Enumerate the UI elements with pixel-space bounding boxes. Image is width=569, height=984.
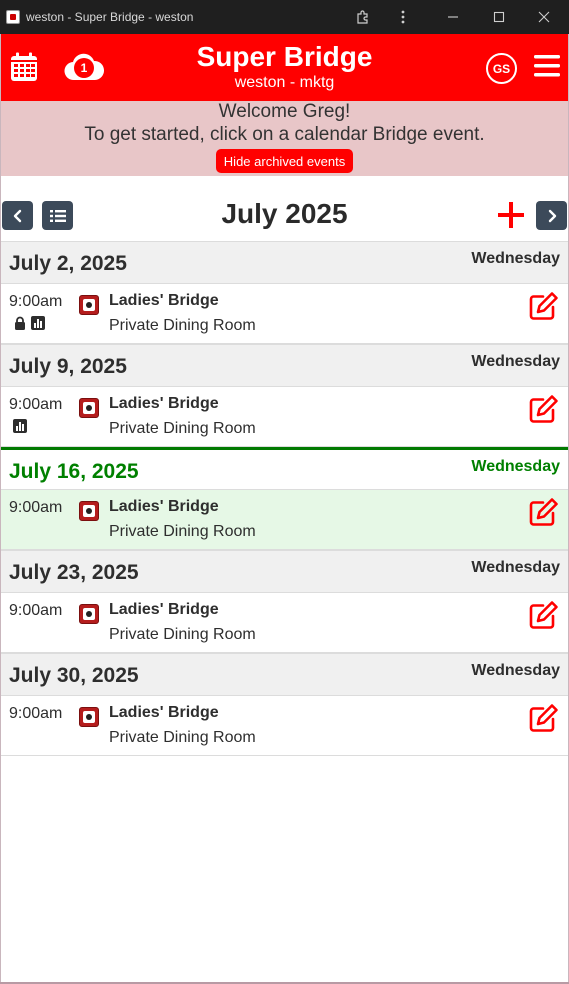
event-row[interactable]: 9:00am Ladies' Bridge Private Dining Room	[1, 490, 568, 550]
results-chart-icon	[13, 419, 27, 433]
day-date: July 30, 2025	[9, 664, 139, 687]
day-date: July 2, 2025	[9, 252, 127, 275]
event-location: Private Dining Room	[109, 626, 256, 643]
chevron-right-icon	[548, 209, 556, 222]
app-header: 1 Super Bridge weston - mktg GS	[0, 34, 569, 101]
event-time: 9:00am	[9, 602, 63, 619]
bridge-event-icon	[79, 604, 99, 624]
day-weekday: Wednesday	[471, 559, 560, 576]
event-row[interactable]: 9:00am Ladies' Bridge Private Dining Room	[1, 284, 568, 344]
event-location: Private Dining Room	[109, 420, 256, 437]
event-location: Private Dining Room	[109, 523, 256, 540]
event-row[interactable]: 9:00am Ladies' Bridge Private Dining Room	[1, 696, 568, 756]
minimize-icon[interactable]	[442, 6, 464, 28]
app-subtitle: weston - mktg	[234, 74, 335, 91]
day-header: July 16, 2025 Wednesday	[1, 447, 568, 490]
lock-icon	[13, 316, 27, 330]
window-title: weston - Super Bridge - weston	[26, 10, 194, 24]
add-event-button[interactable]	[496, 200, 526, 230]
bridge-event-icon	[79, 501, 99, 521]
event-name[interactable]: Ladies' Bridge	[109, 498, 219, 516]
day-weekday: Wednesday	[471, 353, 560, 370]
event-name[interactable]: Ladies' Bridge	[109, 395, 219, 413]
app-window-icon	[6, 10, 20, 24]
edit-event-icon[interactable]	[528, 290, 560, 322]
welcome-instructions: To get started, click on a calendar Brid…	[84, 124, 485, 145]
bridge-event-icon	[79, 295, 99, 315]
day-header: July 2, 2025 Wednesday	[1, 241, 568, 284]
day-header: July 23, 2025 Wednesday	[1, 550, 568, 593]
event-location: Private Dining Room	[109, 317, 256, 334]
month-navigation: July 2025	[0, 176, 569, 242]
day-date: July 16, 2025	[9, 460, 139, 483]
event-badges	[13, 316, 45, 330]
event-badges	[13, 419, 27, 433]
event-list: July 2, 2025 Wednesday 9:00am Ladies' Bridg…	[1, 241, 568, 756]
next-month-button[interactable]	[536, 201, 567, 230]
maximize-icon[interactable]	[488, 6, 510, 28]
hamburger-menu-icon[interactable]	[533, 53, 561, 79]
event-name[interactable]: Ladies' Bridge	[109, 292, 219, 310]
window-title-bar: weston - Super Bridge - weston	[0, 0, 569, 34]
app-title: Super Bridge	[196, 41, 373, 72]
edit-event-icon[interactable]	[528, 393, 560, 425]
event-time: 9:00am	[9, 499, 63, 516]
bridge-event-icon	[79, 398, 99, 418]
day-date: July 23, 2025	[9, 561, 139, 584]
plus-icon	[498, 202, 524, 228]
event-time: 9:00am	[9, 396, 63, 413]
welcome-greeting: Welcome Greg!	[218, 101, 351, 122]
edit-event-icon[interactable]	[528, 496, 560, 528]
event-time: 9:00am	[9, 705, 63, 722]
event-name[interactable]: Ladies' Bridge	[109, 601, 219, 619]
day-weekday: Wednesday	[471, 458, 560, 475]
results-chart-icon	[31, 316, 45, 330]
event-location: Private Dining Room	[109, 729, 256, 746]
event-name[interactable]: Ladies' Bridge	[109, 704, 219, 722]
day-weekday: Wednesday	[471, 662, 560, 679]
event-row[interactable]: 9:00am Ladies' Bridge Private Dining Room	[1, 593, 568, 653]
welcome-banner: Welcome Greg! To get started, click on a…	[0, 101, 569, 176]
event-time: 9:00am	[9, 293, 63, 310]
day-date: July 9, 2025	[9, 355, 127, 378]
window-border-left	[0, 34, 1, 984]
day-header: July 30, 2025 Wednesday	[1, 653, 568, 696]
day-weekday: Wednesday	[471, 250, 560, 267]
month-title: July 2025	[221, 198, 348, 229]
event-row[interactable]: 9:00am Ladies' Bridge Private Dining Room	[1, 387, 568, 447]
edit-event-icon[interactable]	[528, 599, 560, 631]
bridge-event-icon	[79, 707, 99, 727]
more-vert-icon[interactable]	[392, 6, 414, 28]
edit-event-icon[interactable]	[528, 702, 560, 734]
close-icon[interactable]	[533, 6, 555, 28]
hide-archived-events-button[interactable]: Hide archived events	[216, 149, 353, 173]
day-header: July 9, 2025 Wednesday	[1, 344, 568, 387]
extension-icon[interactable]	[352, 6, 374, 28]
avatar[interactable]: GS	[486, 53, 517, 84]
